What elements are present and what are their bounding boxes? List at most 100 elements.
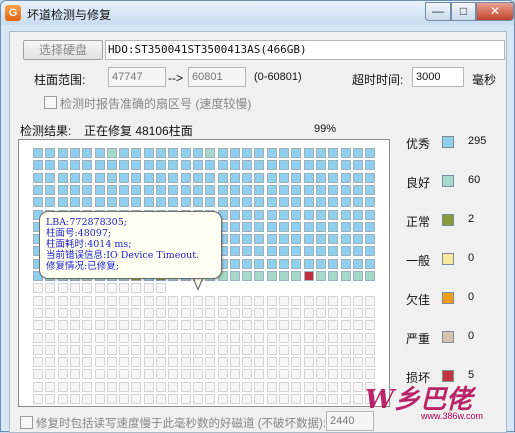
report-sector-checkbox[interactable] (44, 96, 57, 109)
cylinder-cell (254, 394, 265, 404)
cylinder-cell (217, 197, 228, 208)
cylinder-cell (205, 394, 216, 404)
cylinder-cell (217, 307, 228, 318)
minimize-button[interactable]: — (425, 2, 451, 21)
cylinder-cell (242, 307, 253, 318)
cylinder-cell (131, 332, 142, 343)
cylinder-cell (254, 381, 265, 392)
cylinder-cell (340, 172, 351, 183)
cylinder-cell (328, 307, 339, 318)
cylinder-cell (69, 332, 80, 343)
cylinder-cell (340, 246, 351, 257)
cylinder-cell (180, 394, 191, 404)
cylinder-cell (229, 160, 240, 171)
cylinder-cell (217, 344, 228, 355)
cylinder-cell (315, 160, 326, 171)
cylinder-cell (57, 394, 68, 404)
cylinder-cell (217, 172, 228, 183)
cylinder-cell (315, 172, 326, 183)
select-disk-button[interactable]: 选择硬盘 (23, 40, 103, 60)
cylinder-cell (106, 381, 117, 392)
cylinder-cell (57, 197, 68, 208)
cylinder-cell (168, 357, 179, 368)
cylinder-cell (45, 197, 56, 208)
watermark-url: www.386w.com (421, 411, 484, 421)
cylinder-cell (279, 369, 289, 380)
cylinder-cell (291, 295, 302, 306)
cylinder-cell (279, 246, 289, 257)
maximize-button[interactable]: □ (451, 2, 476, 21)
cylinder-cell (315, 184, 326, 195)
cylinder-cell (352, 184, 363, 195)
cylinder-cell (229, 148, 240, 158)
cylinder-cell (156, 357, 166, 368)
cylinder-cell (192, 394, 203, 404)
cylinder-cell (291, 234, 302, 245)
cylinder-cell (266, 234, 277, 245)
cylinder-cell (352, 221, 363, 232)
cylinder-cell (168, 307, 179, 318)
cylinder-cell (266, 381, 277, 392)
cylinder-cell (205, 172, 216, 183)
cylinder-cell (192, 295, 203, 306)
cylinder-cell (45, 320, 56, 331)
cylinder-cell (352, 246, 363, 257)
legend-row: 良好 60 (406, 173, 506, 191)
cylinder-cell (229, 197, 240, 208)
legend-swatch (442, 331, 454, 343)
tooltip-error: 当前错误信息:IO Device Timeout. (46, 250, 200, 261)
timeout-input[interactable]: 3000 (412, 67, 464, 87)
cylinder-cell (180, 148, 191, 158)
cylinder-cell (180, 307, 191, 318)
include-slow-tracks-checkbox[interactable] (20, 416, 33, 429)
cylinder-cell (229, 332, 240, 343)
cylinder-cell (365, 344, 376, 355)
cylinder-cell (94, 148, 105, 158)
cylinder-cell (33, 394, 43, 404)
cylinder-range-label: 柱面范围: (34, 73, 86, 87)
cylinder-cell (242, 160, 253, 171)
cylinder-cell (328, 271, 339, 281)
cylinder-cell (266, 246, 277, 257)
cylinder-cell (143, 332, 154, 343)
cylinder-cell (82, 381, 93, 392)
cylinder-cell (266, 332, 277, 343)
cylinder-cell (352, 320, 363, 331)
cylinder-cell (205, 295, 216, 306)
cylinder-cell (33, 332, 43, 343)
legend-count: 0 (468, 291, 475, 303)
cylinder-cell (33, 295, 43, 306)
cylinder-cell (143, 160, 154, 171)
cylinder-cell (217, 184, 228, 195)
cylinder-cell (156, 332, 166, 343)
cylinder-cell (303, 369, 314, 380)
cylinder-cell (365, 209, 376, 220)
cylinder-from-input[interactable]: 47747 (108, 67, 166, 87)
cylinder-cell (279, 307, 289, 318)
cylinder-cell (180, 332, 191, 343)
cylinder-cell (180, 160, 191, 171)
cylinder-cell (315, 234, 326, 245)
cylinder-cell (266, 271, 277, 281)
legend-swatch (442, 214, 454, 226)
cylinder-cell (242, 184, 253, 195)
cylinder-cell (119, 369, 130, 380)
cylinder-cell (291, 197, 302, 208)
cylinder-cell (365, 258, 376, 269)
legend-label: 一般 (406, 254, 431, 268)
cylinder-cell (254, 258, 265, 269)
cylinder-cell (315, 209, 326, 220)
cylinder-cell (242, 209, 253, 220)
cylinder-to-input[interactable]: 60801 (188, 67, 246, 87)
cylinder-cell (352, 234, 363, 245)
cylinder-cell (242, 246, 253, 257)
cylinder-cell (156, 320, 166, 331)
cylinder-cell (82, 283, 93, 294)
cylinder-cell (57, 160, 68, 171)
cylinder-cell (242, 344, 253, 355)
close-button[interactable]: ✕ (476, 2, 514, 21)
cylinder-cell (217, 357, 228, 368)
cylinder-cell (242, 258, 253, 269)
cylinder-cell (328, 197, 339, 208)
cylinder-cell (328, 148, 339, 158)
